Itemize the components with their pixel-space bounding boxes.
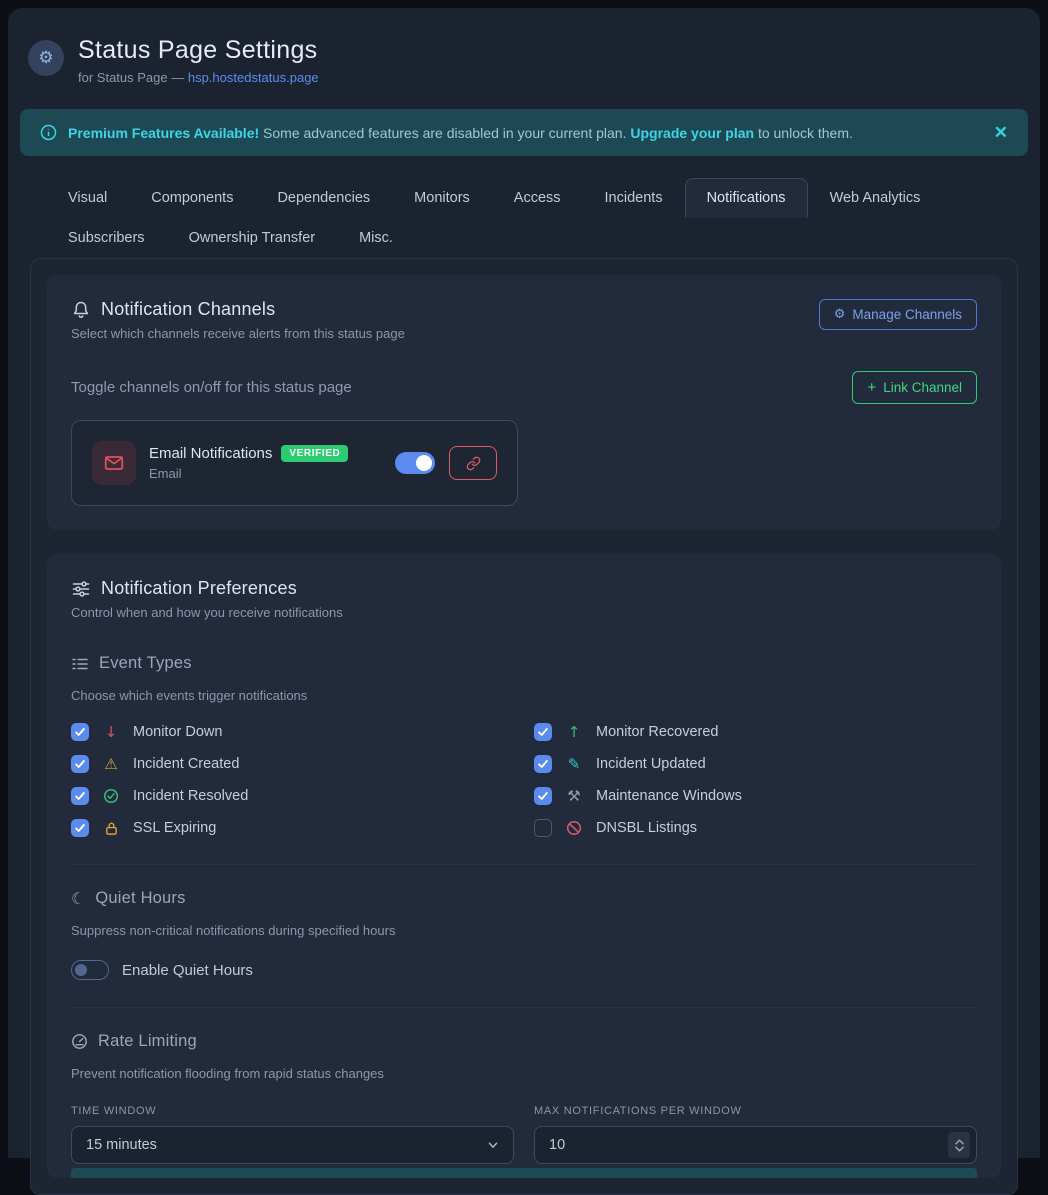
- time-window-label: TIME WINDOW: [71, 1105, 514, 1117]
- tab-notifications[interactable]: Notifications: [685, 178, 808, 218]
- event-types-subtitle: Choose which events trigger notification…: [71, 688, 977, 703]
- channel-type: Email: [149, 466, 348, 481]
- link-icon: [466, 456, 481, 471]
- notifications-tab-content: Notification Channels Select which chann…: [30, 258, 1018, 1195]
- tab-access[interactable]: Access: [492, 178, 583, 218]
- event-maintenance-windows: ⚒ Maintenance Windows: [534, 787, 977, 805]
- channels-card-subtitle: Select which channels receive alerts fro…: [71, 326, 405, 341]
- tab-misc[interactable]: Misc.: [337, 218, 415, 258]
- settings-tabs: Visual Components Dependencies Monitors …: [46, 178, 1006, 258]
- email-icon: [92, 441, 136, 485]
- max-notifications-label: MAX NOTIFICATIONS PER WINDOW: [534, 1105, 977, 1117]
- tab-web-analytics[interactable]: Web Analytics: [808, 178, 943, 218]
- quiet-hours-title: Quiet Hours: [95, 889, 185, 908]
- max-notifications-input[interactable]: 10: [534, 1126, 977, 1164]
- checkbox-monitor-down[interactable]: [71, 723, 89, 741]
- tab-ownership-transfer[interactable]: Ownership Transfer: [167, 218, 338, 258]
- tab-incidents[interactable]: Incidents: [583, 178, 685, 218]
- notification-channels-card: Notification Channels Select which chann…: [47, 275, 1001, 530]
- checkbox-maintenance-windows[interactable]: [534, 787, 552, 805]
- divider: [71, 864, 977, 865]
- notification-preferences-card: Notification Preferences Control when an…: [47, 554, 1001, 1178]
- checkbox-incident-created[interactable]: [71, 755, 89, 773]
- quiet-hours-subtitle: Suppress non-critical notifications duri…: [71, 923, 977, 938]
- manage-channels-button[interactable]: ⚙ Manage Channels: [819, 299, 977, 330]
- event-incident-updated: ✎ Incident Updated: [534, 755, 977, 773]
- quiet-hours-toggle[interactable]: [71, 960, 109, 980]
- event-ssl-expiring: SSL Expiring: [71, 819, 514, 837]
- quiet-hours-toggle-label: Enable Quiet Hours: [122, 962, 253, 979]
- checkbox-incident-updated[interactable]: [534, 755, 552, 773]
- moon-icon: ☾: [71, 891, 85, 907]
- premium-banner: Premium Features Available! Some advance…: [20, 109, 1028, 156]
- event-types-title: Event Types: [99, 654, 192, 673]
- settings-panel: ⚙ Status Page Settings for Status Page —…: [8, 8, 1040, 1158]
- ban-icon: [564, 820, 584, 836]
- channel-name: Email Notifications: [149, 445, 272, 462]
- rate-limiting-title: Rate Limiting: [98, 1032, 197, 1051]
- gauge-icon: [71, 1033, 88, 1050]
- tab-dependencies[interactable]: Dependencies: [255, 178, 392, 218]
- event-incident-created: ⚠ Incident Created: [71, 755, 514, 773]
- event-dnsbl-listings: DNSBL Listings: [534, 819, 977, 837]
- page-header: ⚙ Status Page Settings for Status Page —…: [8, 8, 1040, 109]
- cut-off-section-edge: [71, 1168, 977, 1178]
- checkbox-ssl-expiring[interactable]: [71, 819, 89, 837]
- toggle-hint: Toggle channels on/off for this status p…: [71, 379, 352, 396]
- banner-title: Premium Features Available!: [68, 125, 259, 141]
- tab-monitors[interactable]: Monitors: [392, 178, 492, 218]
- event-incident-resolved: Incident Resolved: [71, 787, 514, 805]
- subtitle-text: for Status Page —: [78, 70, 188, 85]
- banner-body: Some advanced features are disabled in y…: [259, 125, 630, 141]
- banner-close-button[interactable]: ✕: [994, 123, 1008, 143]
- warning-triangle-icon: ⚠: [101, 757, 121, 772]
- list-icon: [71, 655, 89, 673]
- verified-badge: VERIFIED: [281, 445, 348, 462]
- link-channel-label: Link Channel: [883, 380, 962, 395]
- gear-icon: ⚙: [28, 40, 64, 76]
- chevron-down-icon: [486, 1138, 500, 1152]
- lock-icon: [101, 821, 121, 836]
- time-window-select[interactable]: 15 minutes: [71, 1126, 514, 1164]
- arrow-down-icon: ↓: [101, 725, 121, 740]
- page-title: Status Page Settings: [78, 36, 319, 65]
- plus-icon: +: [867, 379, 876, 396]
- preferences-card-title: Notification Preferences: [101, 578, 297, 599]
- status-page-link[interactable]: hsp.hostedstatus.page: [188, 70, 319, 85]
- rate-limiting-subtitle: Prevent notification flooding from rapid…: [71, 1066, 977, 1081]
- checkbox-dnsbl-listings[interactable]: [534, 819, 552, 837]
- tab-visual[interactable]: Visual: [46, 178, 129, 218]
- link-channel-button[interactable]: + Link Channel: [852, 371, 977, 404]
- arrow-up-icon: ↑: [564, 725, 584, 740]
- number-stepper[interactable]: [948, 1132, 970, 1158]
- unlink-channel-button[interactable]: [449, 446, 497, 480]
- channels-card-title: Notification Channels: [101, 299, 275, 320]
- manage-channels-label: Manage Channels: [852, 307, 962, 322]
- tab-subscribers[interactable]: Subscribers: [46, 218, 167, 258]
- page-subtitle: for Status Page — hsp.hostedstatus.page: [78, 70, 319, 85]
- event-types-grid: ↓ Monitor Down ⚠ Incident Created Incide…: [71, 723, 977, 837]
- bell-icon: [71, 300, 91, 320]
- event-monitor-recovered: ↑ Monitor Recovered: [534, 723, 977, 741]
- banner-tail: to unlock them.: [754, 125, 853, 141]
- pencil-icon: ✎: [564, 757, 584, 772]
- checkbox-incident-resolved[interactable]: [71, 787, 89, 805]
- tab-components[interactable]: Components: [129, 178, 255, 218]
- sliders-icon: [71, 579, 91, 599]
- upgrade-plan-link[interactable]: Upgrade your plan: [630, 125, 754, 141]
- tools-icon: ⚒: [564, 789, 584, 804]
- info-icon: [40, 124, 57, 141]
- event-monitor-down: ↓ Monitor Down: [71, 723, 514, 741]
- channel-item-email: Email Notifications VERIFIED Email: [71, 420, 518, 506]
- checkbox-monitor-recovered[interactable]: [534, 723, 552, 741]
- divider: [71, 1007, 977, 1008]
- gear-icon: ⚙: [834, 308, 846, 321]
- email-channel-toggle[interactable]: [395, 452, 435, 474]
- check-circle-icon: [101, 788, 121, 804]
- preferences-card-subtitle: Control when and how you receive notific…: [71, 605, 977, 620]
